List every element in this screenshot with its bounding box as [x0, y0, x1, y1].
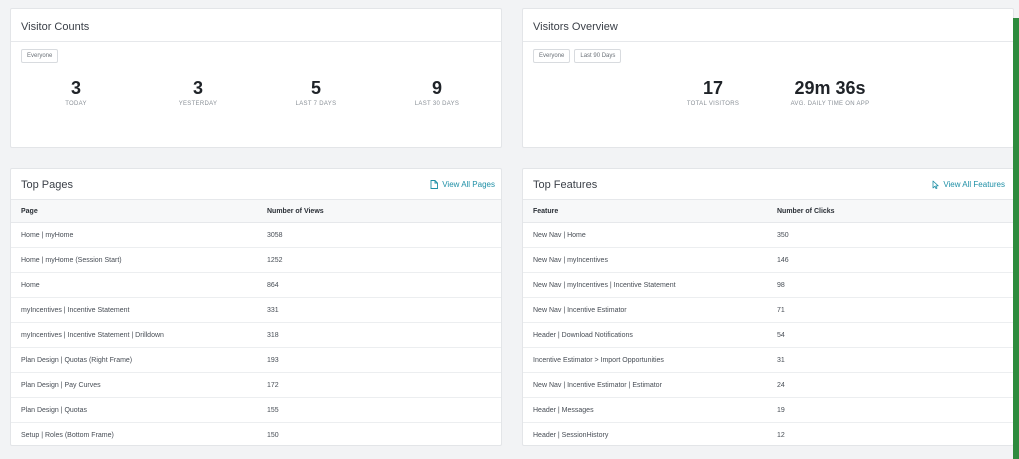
feature-name: Header | SessionHistory: [533, 432, 609, 439]
feature-clicks: 71: [777, 307, 785, 314]
top-features-card: Top Features View All Features Feature N…: [522, 168, 1014, 446]
visitors-overview-card: Visitors Overview Everyone Last 90 Days …: [522, 8, 1014, 148]
table-row[interactable]: Header | Download Notifications 54: [523, 323, 1013, 348]
page-views: 3058: [267, 232, 283, 239]
stat-last-7-days: 5 LAST 7 DAYS: [256, 79, 376, 107]
page-views: 864: [267, 282, 279, 289]
page-name: Home | myHome (Session Start): [21, 257, 122, 264]
table-row[interactable]: Plan Design | Pay Curves 172: [11, 373, 501, 398]
column-header-page[interactable]: Page: [21, 208, 38, 215]
visitor-counts-filters: Everyone: [21, 49, 59, 63]
table-row[interactable]: Setup | Roles (Bottom Frame) 150: [11, 423, 501, 446]
document-icon: [430, 180, 439, 189]
stat-today-label: TODAY: [65, 101, 87, 107]
view-all-features-link[interactable]: View All Features: [931, 180, 1005, 189]
stat-today: 3 TODAY: [16, 79, 136, 107]
feature-clicks: 19: [777, 407, 785, 414]
page-views: 318: [267, 332, 279, 339]
table-row[interactable]: myIncentives | Incentive Statement 331: [11, 298, 501, 323]
page-views: 155: [267, 407, 279, 414]
top-pages-title: Top Pages: [21, 179, 73, 191]
top-features-table-header: Feature Number of Clicks: [523, 199, 1013, 223]
feature-name: Incentive Estimator > Import Opportuniti…: [533, 357, 664, 364]
table-row[interactable]: New Nav | Incentive Estimator 71: [523, 298, 1013, 323]
feature-clicks: 54: [777, 332, 785, 339]
stat-last-7-days-label: LAST 7 DAYS: [295, 101, 337, 107]
view-all-pages-link[interactable]: View All Pages: [430, 180, 495, 189]
feature-name: New Nav | Incentive Estimator: [533, 307, 627, 314]
view-all-features-label: View All Features: [943, 180, 1005, 189]
page-name: myIncentives | Incentive Statement: [21, 307, 130, 314]
page-views: 150: [267, 432, 279, 439]
table-row[interactable]: Plan Design | Quotas (Right Frame) 193: [11, 348, 501, 373]
column-header-clicks[interactable]: Number of Clicks: [777, 208, 835, 215]
page-name: Plan Design | Quotas (Right Frame): [21, 357, 133, 364]
page-views: 193: [267, 357, 279, 364]
page-views: 1252: [267, 257, 283, 264]
stat-yesterday: 3 YESTERDAY: [138, 79, 258, 107]
feature-name: New Nav | Incentive Estimator | Estimato…: [533, 382, 662, 389]
view-all-pages-label: View All Pages: [442, 180, 495, 189]
feature-name: New Nav | myIncentives | Incentive State…: [533, 282, 676, 289]
table-row[interactable]: New Nav | myIncentives | Incentive State…: [523, 273, 1013, 298]
visitor-counts-card: Visitor Counts Everyone 3 TODAY 3 YESTER…: [10, 8, 502, 148]
table-row[interactable]: Header | Messages 19: [523, 398, 1013, 423]
stat-avg-daily-time-value: 29m 36s: [794, 78, 866, 98]
stat-avg-daily-time-label: AVG. DAILY TIME ON APP: [790, 101, 870, 107]
table-row[interactable]: Plan Design | Quotas 155: [11, 398, 501, 423]
page-name: Setup | Roles (Bottom Frame): [21, 432, 114, 439]
feature-clicks: 12: [777, 432, 785, 439]
table-row[interactable]: Header | SessionHistory 12: [523, 423, 1013, 446]
window-edge-bar: [1013, 18, 1019, 459]
cursor-click-icon: [931, 180, 939, 189]
feature-clicks: 31: [777, 357, 785, 364]
stat-avg-daily-time: 29m 36s AVG. DAILY TIME ON APP: [755, 79, 905, 107]
table-row[interactable]: New Nav | myIncentives 146: [523, 248, 1013, 273]
table-row[interactable]: Home | myHome (Session Start) 1252: [11, 248, 501, 273]
table-row[interactable]: Incentive Estimator > Import Opportuniti…: [523, 348, 1013, 373]
column-header-views[interactable]: Number of Views: [267, 208, 324, 215]
feature-clicks: 24: [777, 382, 785, 389]
stat-last-30-days-label: LAST 30 DAYS: [414, 101, 460, 107]
feature-name: New Nav | Home: [533, 232, 586, 239]
top-pages-card: Top Pages View All Pages Page Number of …: [10, 168, 502, 446]
page-name: Home | myHome: [21, 232, 74, 239]
feature-name: Header | Messages: [533, 407, 594, 414]
feature-clicks: 146: [777, 257, 789, 264]
stat-yesterday-label: YESTERDAY: [178, 101, 218, 107]
segment-chip[interactable]: Everyone: [533, 49, 571, 63]
stat-last-30-days: 9 LAST 30 DAYS: [377, 79, 497, 107]
page-name: Home: [21, 282, 40, 289]
segment-chip[interactable]: Everyone: [21, 49, 59, 63]
stat-last-30-days-value: 9: [431, 78, 442, 98]
page-views: 172: [267, 382, 279, 389]
table-row[interactable]: New Nav | Incentive Estimator | Estimato…: [523, 373, 1013, 398]
feature-name: Header | Download Notifications: [533, 332, 633, 339]
table-row[interactable]: Home 864: [11, 273, 501, 298]
top-pages-table-header: Page Number of Views: [11, 199, 501, 223]
column-header-feature[interactable]: Feature: [533, 208, 558, 215]
top-features-title: Top Features: [533, 179, 598, 191]
visitor-counts-divider: [11, 41, 501, 42]
page-name: myIncentives | Incentive Statement | Dri…: [21, 332, 164, 339]
table-row[interactable]: myIncentives | Incentive Statement | Dri…: [11, 323, 501, 348]
feature-name: New Nav | myIncentives: [533, 257, 608, 264]
feature-clicks: 98: [777, 282, 785, 289]
table-row[interactable]: New Nav | Home 350: [523, 223, 1013, 248]
feature-clicks: 350: [777, 232, 789, 239]
stat-today-value: 3: [70, 78, 81, 98]
visitor-counts-title: Visitor Counts: [21, 21, 90, 33]
table-row[interactable]: Home | myHome 3058: [11, 223, 501, 248]
visitors-overview-divider: [523, 41, 1013, 42]
visitors-overview-filters: Everyone Last 90 Days: [533, 49, 622, 63]
stat-yesterday-value: 3: [192, 78, 203, 98]
visitors-overview-title: Visitors Overview: [533, 21, 618, 33]
date-range-chip[interactable]: Last 90 Days: [574, 49, 622, 63]
page-views: 331: [267, 307, 279, 314]
stat-last-7-days-value: 5: [310, 78, 321, 98]
page-name: Plan Design | Pay Curves: [21, 382, 101, 389]
page-name: Plan Design | Quotas: [21, 407, 88, 414]
